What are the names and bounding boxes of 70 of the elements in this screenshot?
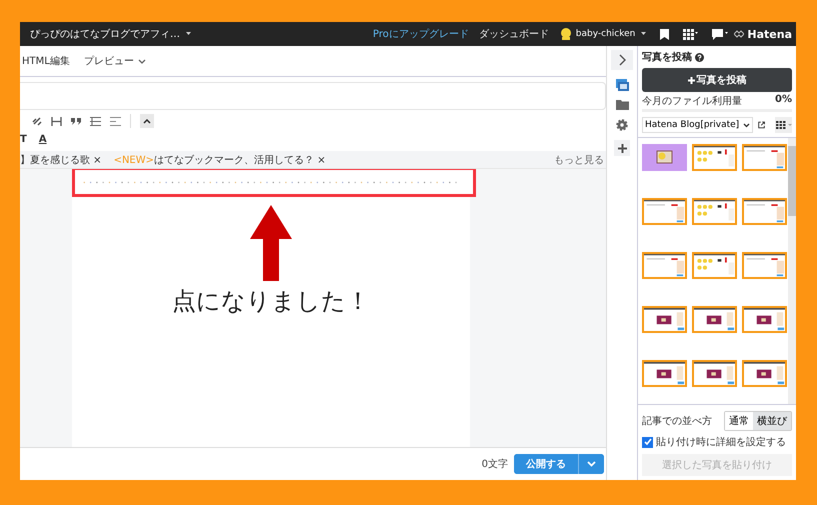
checkbox-label[interactable]: 貼り付け時に詳細を設定する bbox=[656, 435, 786, 449]
plus-icon bbox=[618, 144, 626, 152]
more-link[interactable]: もっと見る bbox=[554, 152, 604, 166]
chevron-down-icon[interactable] bbox=[138, 58, 146, 64]
topic-link[interactable]: <NEW>はてなブックマーク、活用してる？ × bbox=[114, 152, 326, 166]
usage-label: 今月のファイル利用量 bbox=[642, 94, 742, 108]
upload-photo-button[interactable]: 写真を投稿 bbox=[642, 68, 792, 92]
user-name[interactable]: baby-chicken bbox=[576, 29, 636, 39]
bookmark-icon[interactable] bbox=[660, 28, 670, 40]
caret-icon bbox=[186, 32, 191, 36]
photo-thumbnail[interactable] bbox=[742, 144, 787, 171]
caret-icon bbox=[641, 32, 646, 36]
photo-thumbnail[interactable] bbox=[742, 360, 787, 387]
photo-thumbnail[interactable] bbox=[642, 144, 687, 171]
format-button[interactable]: A bbox=[38, 134, 49, 144]
layout-option[interactable]: 横並び bbox=[753, 412, 791, 430]
list-icon[interactable] bbox=[110, 116, 121, 126]
photo-thumbnail[interactable] bbox=[692, 144, 737, 171]
checkbox[interactable] bbox=[642, 436, 653, 448]
photo-thumbnail[interactable] bbox=[692, 360, 737, 387]
annotation-caption: 点になりました！ bbox=[172, 286, 370, 317]
grid-icon bbox=[776, 121, 792, 129]
editor-tab[interactable]: HTML編集 bbox=[22, 54, 70, 68]
list-icon[interactable] bbox=[90, 116, 101, 126]
photo-thumbnail[interactable] bbox=[692, 252, 737, 279]
plus-icon bbox=[688, 76, 694, 84]
folder-icon[interactable] bbox=[616, 100, 628, 110]
collapse-button[interactable] bbox=[140, 114, 154, 128]
collapse-panel-button[interactable] bbox=[611, 50, 633, 70]
add-button[interactable] bbox=[614, 140, 630, 156]
dashboard-link[interactable]: ダッシュボード bbox=[478, 27, 549, 41]
publish-menu-button[interactable] bbox=[578, 454, 604, 474]
photo-thumbnail[interactable] bbox=[742, 252, 787, 279]
brand-name[interactable]: Hatena bbox=[747, 28, 792, 40]
upgrade-link[interactable]: Proにアップグレード bbox=[372, 27, 469, 41]
blog-title[interactable]: ぴっぴのはてなブログでアフィ… bbox=[30, 27, 180, 41]
photos-icon[interactable] bbox=[616, 79, 628, 91]
photo-thumbnail[interactable] bbox=[692, 198, 737, 225]
horizontal-rule-icon[interactable] bbox=[51, 116, 62, 126]
settings-icon[interactable] bbox=[616, 119, 628, 131]
help-icon[interactable] bbox=[695, 52, 704, 62]
photo-thumbnail[interactable] bbox=[692, 306, 737, 333]
character-count: 0文字 bbox=[482, 458, 508, 471]
hatena-logo-icon bbox=[734, 30, 744, 38]
panel-title: 写真を投稿 bbox=[642, 50, 692, 64]
chevron-right-icon bbox=[618, 54, 626, 66]
chick-avatar-icon bbox=[558, 27, 573, 41]
chevron-down-icon bbox=[587, 461, 596, 467]
usage-value: 0% bbox=[775, 94, 792, 107]
chevron-up-icon bbox=[143, 118, 151, 124]
format-button[interactable]: T bbox=[20, 134, 29, 144]
photo-thumbnail[interactable] bbox=[642, 306, 687, 333]
up-arrow-icon bbox=[250, 205, 292, 281]
comment-icon[interactable] bbox=[712, 28, 728, 40]
grid-view-button[interactable] bbox=[775, 117, 792, 133]
scrollbar[interactable] bbox=[788, 138, 796, 404]
album-select[interactable]: Hatena Blog[private] bbox=[642, 117, 754, 133]
photo-thumbnail[interactable] bbox=[642, 360, 687, 387]
editor-tab[interactable]: プレビュー bbox=[84, 54, 134, 68]
photo-thumbnail[interactable] bbox=[742, 306, 787, 333]
photo-thumbnail[interactable] bbox=[642, 198, 687, 225]
link-icon[interactable] bbox=[32, 116, 42, 126]
layout-label: 記事での並べ方 bbox=[642, 414, 712, 428]
chevron-down-icon bbox=[743, 122, 750, 128]
photo-thumbnail[interactable] bbox=[642, 252, 687, 279]
apps-grid-icon[interactable] bbox=[683, 28, 698, 40]
quote-icon[interactable] bbox=[71, 118, 81, 124]
topic-link[interactable]: 】夏を感じる歌 × bbox=[20, 152, 102, 166]
external-link-icon[interactable] bbox=[758, 120, 766, 130]
photo-thumbnail[interactable] bbox=[742, 198, 787, 225]
